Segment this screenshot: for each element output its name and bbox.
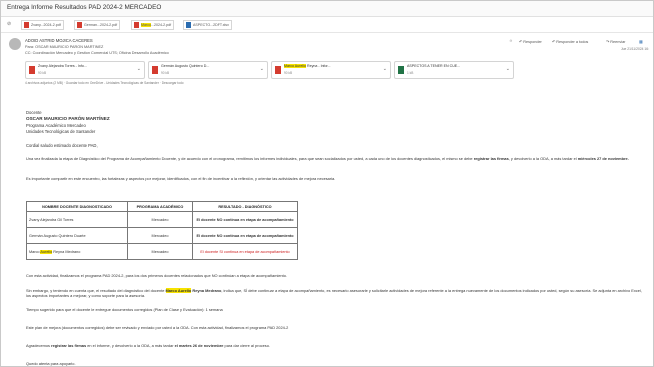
attachment-card-4[interactable]: ASPECTOS A TENER EN CUE... 1 kB ⌄: [394, 61, 514, 79]
paragraph-6: Este plan de mejora (documentos corregid…: [26, 325, 289, 330]
attachment-card-3[interactable]: Marco Aurelio Reyna - Infor... 90 kB ⌄: [271, 61, 391, 79]
table-row: Germán Augusto Quintero Duarte Mercadeo …: [26, 227, 298, 244]
excel-icon: [398, 66, 404, 74]
reply-all-button[interactable]: ↶ Responder a todos: [552, 39, 588, 44]
table-row: Marco Aurelio Reyna Medrano Mercadeo El …: [26, 243, 298, 260]
addressee-role: Docente: [26, 110, 42, 115]
pdf-icon: [275, 66, 281, 74]
sender-name: ADOID ASTRID MOJICA CACERES: [25, 38, 93, 43]
chevron-down-icon[interactable]: ⌄: [506, 66, 510, 72]
paragraph-5: Tiempo sugerido para que el docente le e…: [26, 307, 223, 312]
chevron-down-icon[interactable]: ⌄: [383, 66, 387, 72]
attachment-tab-3[interactable]: Marco...2024-2.pdf: [131, 20, 175, 30]
sender-avatar: [9, 38, 21, 50]
results-table: NOMBRE DOCENTE DIAGNOSTICADO PROGRAMA AC…: [26, 201, 298, 260]
pdf-icon: [152, 66, 158, 74]
attachment-tab-2[interactable]: German...2024-2.pdf: [74, 20, 121, 30]
email-reading-pane: Entrega Informe Resultados PAD 2024-2 ME…: [0, 0, 654, 367]
addressee-institution: Unidades Tecnológicas de Santander: [26, 129, 96, 134]
attachments-summary[interactable]: 4 archivos adjuntos (2 MB) · Guardar tod…: [25, 81, 184, 85]
chevron-down-icon[interactable]: ⌄: [260, 66, 264, 72]
subject-bar: Entrega Informe Resultados PAD 2024-2 ME…: [1, 1, 653, 17]
attachment-card-2[interactable]: Germán Augusto Quintero D... 90 kB ⌄: [148, 61, 268, 79]
attachment-tabs-bar: ⊘ Zvany...2024-2.pdf German...2024-2.pdf…: [1, 17, 653, 33]
addressee-name: OSCAR MAURICIO PARÓN MARTÍNEZ: [26, 116, 110, 121]
pin-icon[interactable]: ⊘: [7, 21, 11, 27]
recipient-line: Para: OSCAR MAURICIO PARON MARTINEZ: [25, 45, 104, 49]
pdf-icon: [77, 22, 82, 29]
addressee-program: Programa Académico Mercadeo: [26, 123, 86, 128]
attachment-card-1[interactable]: Zvany Alejandra Torres - Info... 90 kB ⌄: [25, 61, 145, 79]
table-row: Zvany Alejandra Gil Torres Mercadeo El d…: [26, 211, 298, 228]
pdf-icon: [134, 22, 139, 29]
cc-line: CC: Coordinación Mercadeo y Gestion Come…: [25, 51, 169, 55]
paragraph-3: Con esta actividad, finalizamos el progr…: [26, 273, 287, 278]
attachment-tab-4[interactable]: ASPECTO...2DFT.xlsx: [183, 20, 232, 30]
paragraph-4: Sin embargo, y teniendo en cuenta que, e…: [26, 288, 642, 299]
pdf-icon: [29, 66, 35, 74]
forward-button[interactable]: ↷ Reenviar: [606, 39, 625, 44]
paragraph-1: Una vez finalizada la etapa de Diagnósti…: [26, 156, 629, 161]
table-header-row: NOMBRE DOCENTE DIAGNOSTICADO PROGRAMA AC…: [26, 201, 298, 212]
closing-line: Quedo atenta para apoyarlo.: [26, 361, 76, 366]
greeting: Cordial saludo estimado docente PAD,: [26, 143, 98, 148]
chevron-down-icon[interactable]: ⌄: [137, 66, 141, 72]
received-date: Jue 21/11/2024 16:: [621, 47, 649, 51]
excel-icon: [186, 22, 191, 29]
paragraph-2: Es importante compartir en este encuentr…: [26, 176, 336, 181]
attachment-tab-1[interactable]: Zvany...2024-2.pdf: [21, 20, 64, 30]
pdf-icon: [24, 22, 29, 29]
paragraph-7: Agradecemos registrar las firmas en el i…: [26, 343, 270, 348]
email-subject: Entrega Informe Resultados PAD 2024-2 ME…: [7, 4, 162, 11]
reply-button[interactable]: ↶ Responder: [519, 39, 542, 44]
more-options-icon[interactable]: ▦: [639, 39, 643, 44]
emoji-icon[interactable]: ☺: [509, 39, 513, 43]
